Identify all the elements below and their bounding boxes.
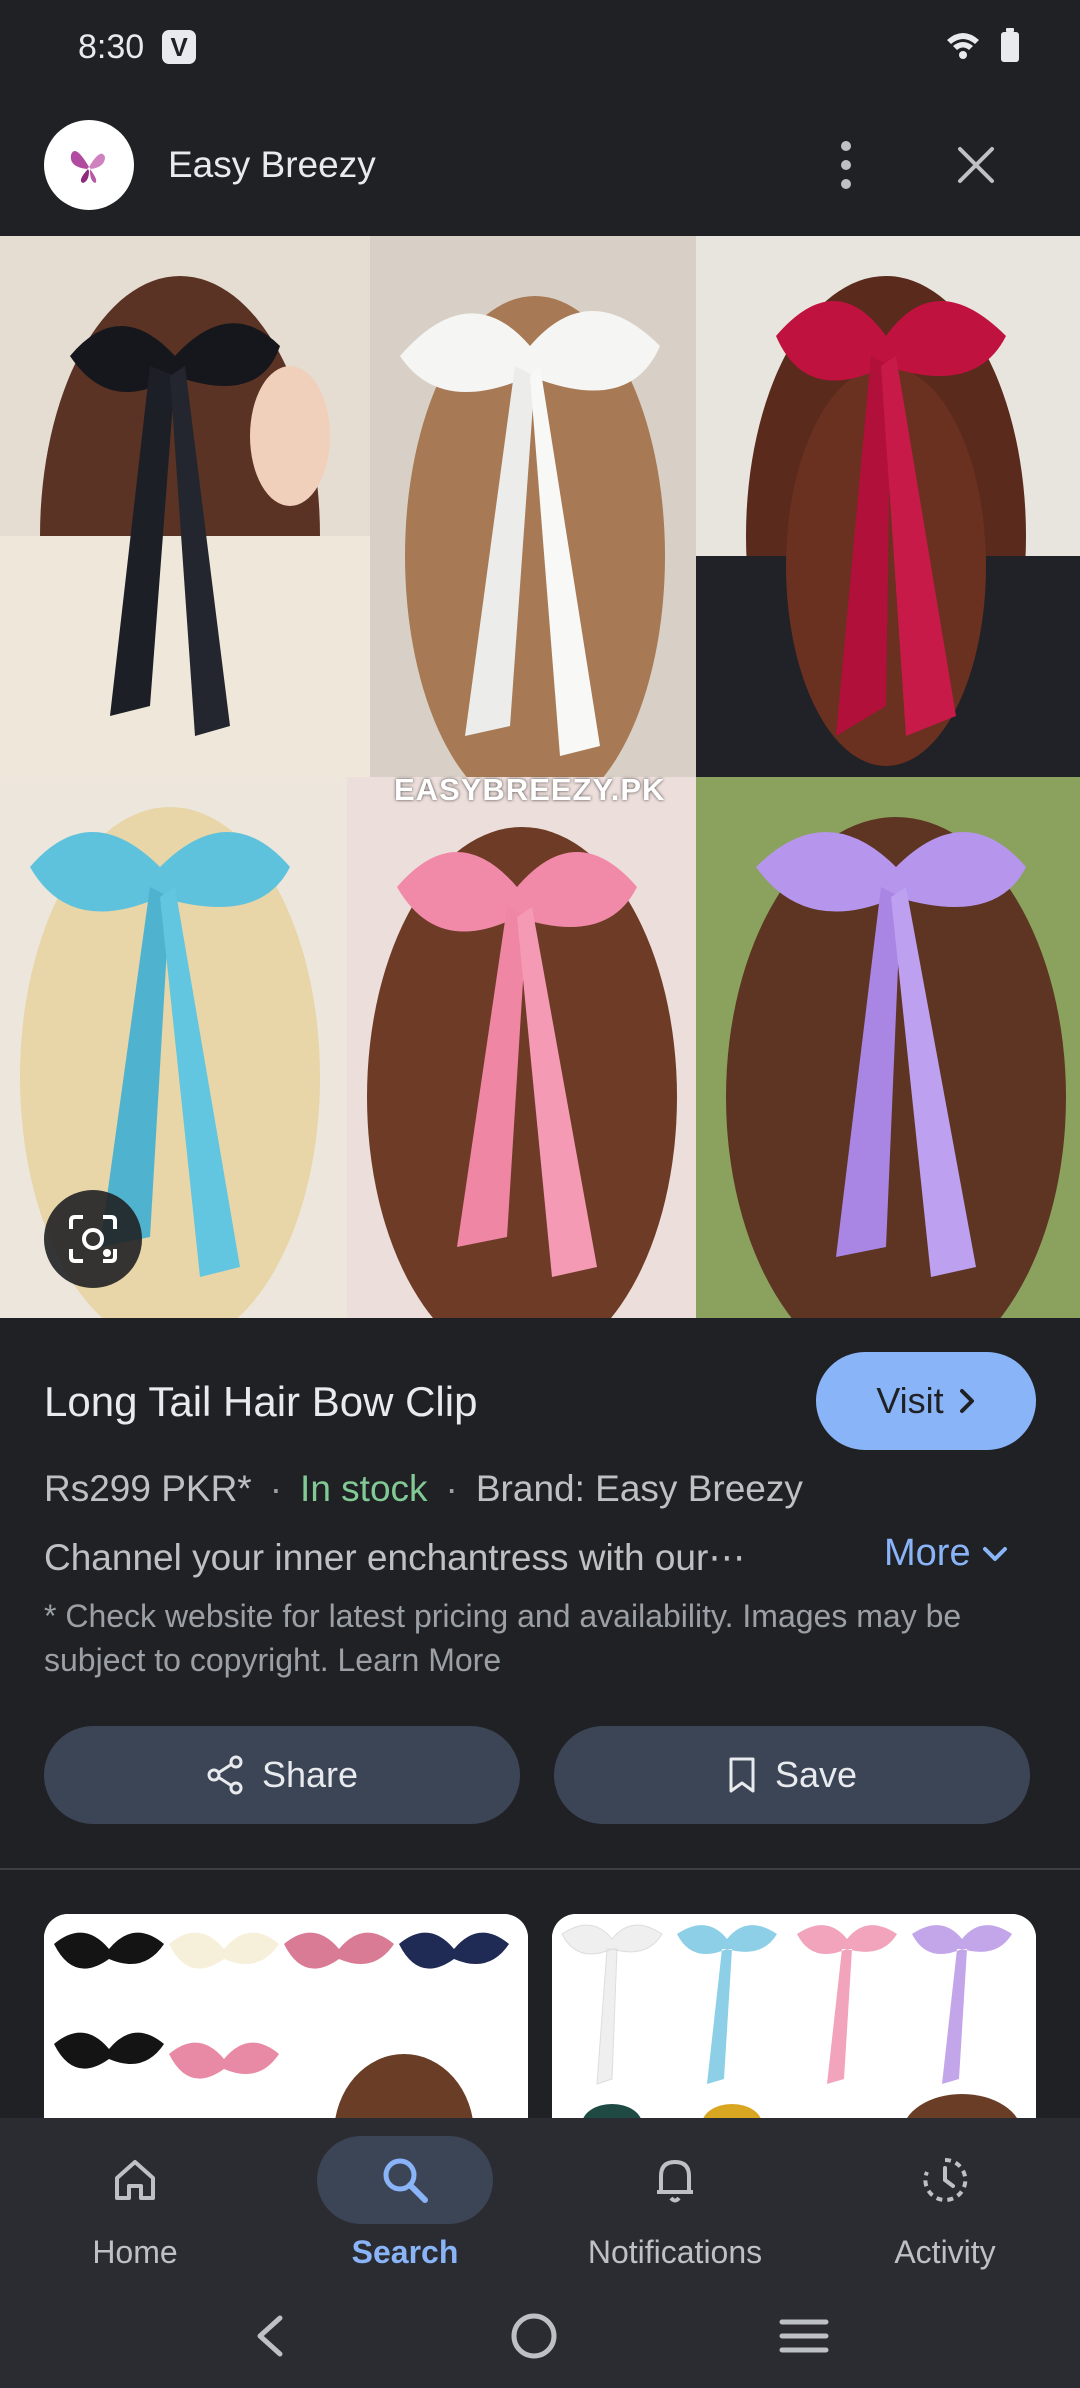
nav-label: Notifications <box>587 2234 763 2270</box>
price: Rs299 PKR* <box>44 1468 252 1509</box>
related-result-card[interactable] <box>552 1914 1036 2134</box>
chevron-right-icon <box>959 1389 974 1413</box>
activity-icon <box>923 2157 968 2202</box>
product-image[interactable]: EASYBREEZY.PK <box>0 236 1080 1318</box>
battery-icon <box>1000 27 1020 67</box>
nav-label: Home <box>92 2234 178 2270</box>
more-button[interactable]: More <box>884 1532 1009 1575</box>
share-button[interactable]: Share <box>44 1726 520 1824</box>
nav-notifications[interactable]: Notifications <box>540 2118 810 2288</box>
separator-dot: · <box>445 1468 458 1509</box>
product-meta: Rs299 PKR* · In stock · Brand: Easy Bree… <box>44 1468 803 1510</box>
share-icon <box>207 1755 243 1795</box>
brand: Brand: Easy Breezy <box>475 1468 803 1509</box>
white-bow-photo <box>370 236 696 777</box>
nav-search[interactable]: Search <box>270 2118 540 2288</box>
chevron-down-icon <box>982 1546 1007 1561</box>
nav-activity[interactable]: Activity <box>810 2118 1080 2288</box>
red-bow-photo <box>696 236 1080 777</box>
wifi-icon <box>946 30 980 65</box>
black-bow-photo <box>0 236 370 777</box>
close-icon[interactable] <box>946 135 1006 195</box>
availability: In stock <box>300 1468 428 1509</box>
bell-icon <box>657 2160 693 2203</box>
image-watermark: EASYBREEZY.PK <box>394 772 666 807</box>
pink-bow-photo <box>347 777 696 1318</box>
back-icon[interactable] <box>250 2312 290 2365</box>
search-icon <box>383 2158 428 2203</box>
product-description: Channel your inner enchantress with our⋯ <box>44 1537 746 1578</box>
pricing-disclaimer: * Check website for latest pricing and a… <box>44 1598 962 1678</box>
bookmark-icon <box>729 1757 755 1793</box>
bottom-navigation: Home Search Notifications Activity <box>0 2118 1080 2288</box>
visit-button[interactable]: Visit <box>816 1352 1036 1450</box>
related-results <box>0 1870 1080 2134</box>
nav-home[interactable]: Home <box>0 2118 270 2288</box>
product-info-panel: Long Tail Hair Bow Clip Visit Rs299 PKR*… <box>0 1318 1080 1870</box>
more-options-icon[interactable] <box>816 135 876 195</box>
product-title: Long Tail Hair Bow Clip <box>44 1378 478 1425</box>
save-label: Save <box>774 1754 858 1795</box>
nav-label: Activity <box>894 2234 996 2270</box>
butterfly-logo-icon <box>70 151 105 183</box>
site-title[interactable]: Easy Breezy <box>168 144 376 186</box>
home-icon <box>115 2160 155 2200</box>
camera-lens-icon <box>69 1215 117 1263</box>
vpn-badge-icon: V <box>162 30 197 64</box>
nav-label: Search <box>351 2234 459 2270</box>
save-button[interactable]: Save <box>554 1726 1030 1824</box>
status-bar: 8:30 V <box>0 0 1080 94</box>
recents-menu-icon[interactable] <box>778 2316 830 2361</box>
more-label: More <box>884 1532 971 1574</box>
lavender-bow-photo <box>696 777 1080 1318</box>
result-header: Easy Breezy <box>0 94 1080 236</box>
separator-dot: · <box>269 1468 283 1509</box>
share-label: Share <box>261 1754 359 1795</box>
lens-search-button[interactable] <box>44 1190 142 1288</box>
related-result-card[interactable] <box>44 1914 528 2134</box>
system-navigation-bar <box>0 2288 1080 2388</box>
long-bows-thumbnail <box>552 1914 1036 2134</box>
site-logo-avatar[interactable] <box>44 120 134 210</box>
bows-assortment-thumbnail <box>44 1914 528 2134</box>
status-time: 8:30 <box>78 27 145 66</box>
visit-label: Visit <box>876 1380 944 1421</box>
home-circle-icon[interactable] <box>509 2311 559 2366</box>
